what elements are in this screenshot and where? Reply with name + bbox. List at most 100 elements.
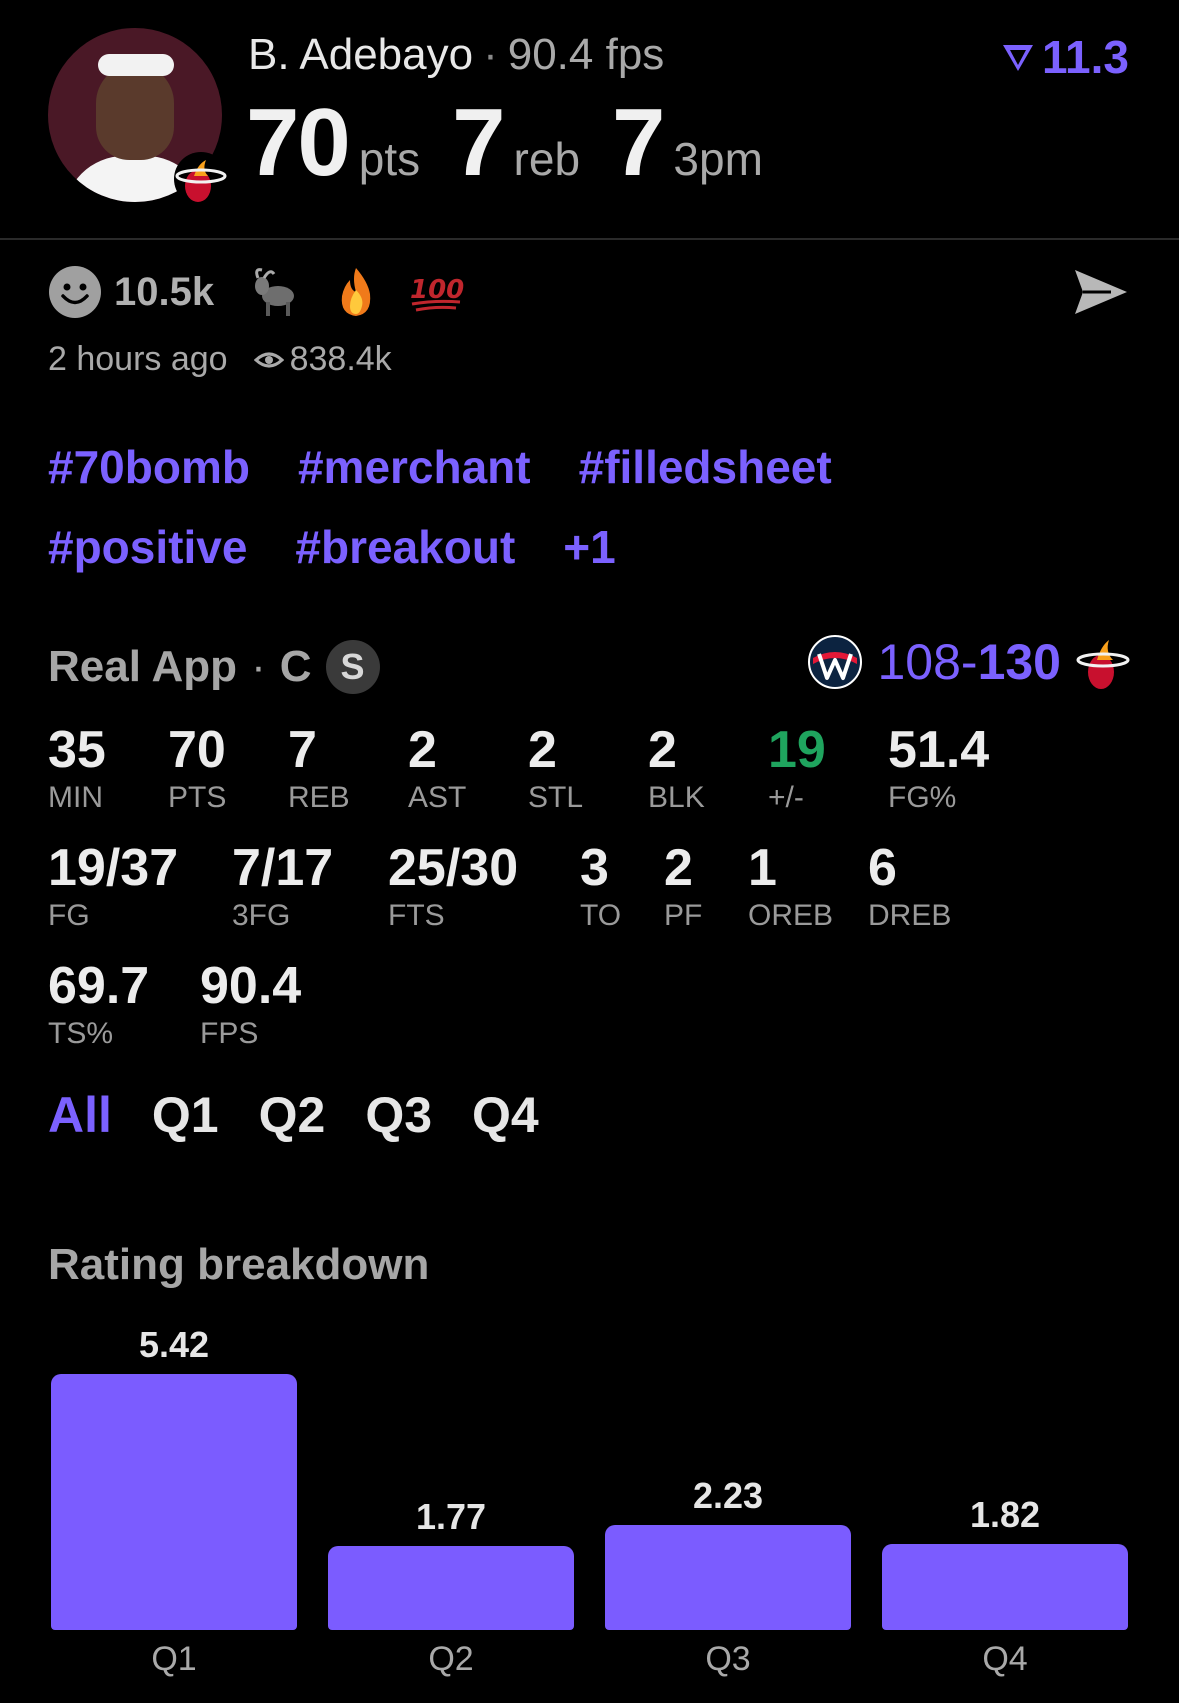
- rating-badge[interactable]: 11.3: [1000, 30, 1129, 84]
- headline-unit: reb: [513, 133, 581, 185]
- chart-value-label: 2.23: [692, 1475, 764, 1516]
- hashtag[interactable]: #breakout: [295, 520, 515, 574]
- chart-category-label: Q3: [705, 1640, 751, 1678]
- headline-value: 7: [612, 89, 665, 196]
- stat-value: 19/37: [48, 839, 179, 897]
- stat-oreb: 1 OREB: [748, 838, 833, 934]
- starter-badge: S: [325, 640, 380, 694]
- stat-fg-pct: 51.4 FG%: [888, 720, 989, 816]
- hundred-emoji-icon[interactable]: 100: [408, 264, 464, 320]
- game-header: Real App · C S 108-130: [48, 634, 1131, 700]
- headline-value: 70: [246, 89, 351, 196]
- rating-value: 11.3: [1042, 31, 1129, 83]
- stat-value: 3: [580, 839, 609, 897]
- stat-min: 35 MIN: [48, 720, 106, 816]
- stat-label: PF: [664, 899, 703, 932]
- headline-value: 7: [452, 89, 505, 196]
- score-dash: -: [960, 634, 978, 690]
- chart-category-label: Q1: [151, 1640, 197, 1678]
- stat-label: STL: [528, 781, 584, 814]
- stat-ast: 2 AST: [408, 720, 466, 816]
- tab-q2[interactable]: Q2: [259, 1086, 326, 1144]
- separator-dot: ·: [251, 642, 266, 691]
- stat-reb: 7 REB: [288, 720, 350, 816]
- stat-plus-minus: 19 +/-: [768, 720, 826, 816]
- chart-bar[interactable]: [605, 1525, 851, 1630]
- score-text: 108-130: [877, 633, 1061, 691]
- stat-label: AST: [408, 781, 467, 814]
- hashtag[interactable]: #positive: [48, 520, 247, 574]
- tab-q4[interactable]: Q4: [472, 1086, 539, 1144]
- chart-bar[interactable]: [882, 1544, 1128, 1630]
- player-name[interactable]: B. Adebayo: [248, 30, 473, 79]
- tab-q1[interactable]: Q1: [152, 1086, 219, 1144]
- player-header: B. Adebayo · 90.4 fps 70 pts 7 reb 7 3pm 11.3: [0, 0, 1179, 240]
- avatar-face: [96, 64, 174, 160]
- reaction-count[interactable]: 10.5k: [114, 270, 214, 315]
- stat-label: TO: [580, 899, 622, 932]
- stat-value: 19: [768, 721, 826, 779]
- stat-label: OREB: [748, 899, 834, 932]
- stat-stl: 2 STL: [528, 720, 583, 816]
- away-score: 108: [877, 634, 961, 690]
- stat-value: 7/17: [232, 839, 334, 897]
- player-name-line: B. Adebayo · 90.4 fps: [248, 30, 664, 80]
- breakdown-title: Rating breakdown: [48, 1240, 430, 1289]
- time-ago: 2 hours ago: [48, 340, 228, 378]
- chart-bar[interactable]: [328, 1546, 574, 1630]
- stat-value: 25/30: [388, 839, 519, 897]
- hashtag[interactable]: #merchant: [298, 440, 531, 494]
- separator-dot: ·: [483, 30, 498, 79]
- stat-value: 90.4: [200, 957, 302, 1015]
- stat-blk: 2 BLK: [648, 720, 705, 816]
- avatar-headband: [98, 54, 174, 76]
- stat-value: 70: [168, 721, 226, 779]
- smile-icon[interactable]: [48, 265, 102, 319]
- post-meta: 2 hours ago 838.4k: [48, 340, 392, 379]
- stat-pf: 2 PF: [664, 838, 702, 934]
- stat-label: FPS: [200, 1017, 259, 1050]
- game-score[interactable]: 108-130: [807, 632, 1131, 692]
- heat-logo-icon: [1076, 640, 1130, 689]
- hashtag[interactable]: #70bomb: [48, 440, 250, 494]
- wizards-logo-icon: [808, 635, 863, 689]
- stat-label: PTS: [168, 781, 227, 814]
- chart-value-label: 1.77: [415, 1496, 487, 1537]
- eye-icon: [253, 352, 284, 367]
- app-name: Real App: [48, 642, 238, 691]
- stat-3fg: 7/17 3FG: [232, 838, 333, 934]
- headline-unit: 3pm: [673, 133, 763, 185]
- fire-emoji-icon[interactable]: [328, 264, 384, 320]
- more-tags-button[interactable]: +1: [563, 520, 615, 574]
- view-count: 838.4k: [289, 340, 392, 378]
- hashtag-row: #70bomb #merchant #filledsheet: [48, 440, 1048, 494]
- heat-logo-icon: [174, 152, 228, 206]
- stat-fps: 90.4 FPS: [200, 956, 301, 1052]
- stat-value: 2: [528, 721, 557, 779]
- stat-value: 51.4: [888, 721, 990, 779]
- real-logo-icon: [1003, 45, 1033, 71]
- hashtag-row: #positive #breakout +1: [48, 520, 1048, 574]
- chart-bar[interactable]: [51, 1374, 297, 1630]
- hashtag-list: #70bomb #merchant #filledsheet #positive…: [48, 440, 1048, 600]
- chart-category-label: Q2: [428, 1640, 474, 1678]
- share-send-icon[interactable]: [1071, 264, 1131, 320]
- stat-value: 1: [748, 839, 777, 897]
- stat-label: REB: [288, 781, 350, 814]
- player-position: C: [279, 642, 312, 691]
- tab-q3[interactable]: Q3: [365, 1086, 432, 1144]
- stat-label: FTS: [388, 899, 445, 932]
- stat-label: 3FG: [232, 899, 291, 932]
- chart-category-label: Q4: [982, 1640, 1028, 1678]
- stat-value: 35: [48, 721, 106, 779]
- tab-all[interactable]: All: [48, 1086, 112, 1144]
- goat-emoji-icon[interactable]: [248, 264, 304, 320]
- headline-stats: 70 pts 7 reb 7 3pm: [246, 88, 795, 198]
- stat-fts: 25/30 FTS: [388, 838, 518, 934]
- stat-label: FG: [48, 899, 90, 932]
- hashtag[interactable]: #filledsheet: [579, 440, 832, 494]
- stat-label: DREB: [868, 899, 952, 932]
- stat-label: TS%: [48, 1017, 114, 1050]
- chart-value-label: 5.42: [138, 1324, 210, 1365]
- stat-to: 3 TO: [580, 838, 621, 934]
